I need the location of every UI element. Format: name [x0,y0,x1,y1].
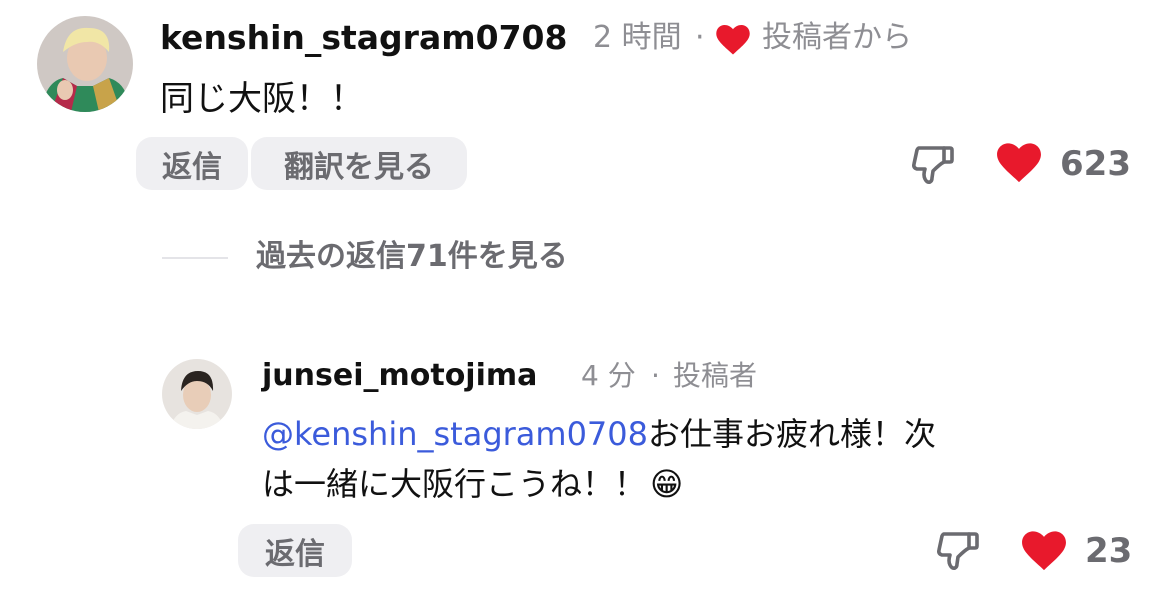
reply-text-line2: は一緒に大阪行こうね！！ 😁 [262,462,683,506]
avatar-junsei[interactable] [162,359,232,429]
reply-like-count: 23 [1085,531,1133,571]
grinning-emoji-icon: 😁 [650,465,684,503]
reply-thumbs-down-icon[interactable] [935,528,979,572]
reply-text-part1: お仕事お疲れ様！次 [648,415,937,453]
reply-like-heart-icon[interactable] [1020,530,1068,572]
reply-username[interactable]: junsei_motojima [262,357,537,395]
avatar-kenshin[interactable] [37,16,133,112]
comment-username[interactable]: kenshin_stagram0708 [160,18,567,58]
comment-text: 同じ大阪！！ [160,79,364,119]
view-previous-replies[interactable]: 過去の返信71件を見る [256,237,568,277]
view-replies-line [162,257,228,259]
reply-separator: · [651,359,660,392]
reply-text-part2: は一緒に大阪行こうね！！ [262,465,647,503]
liked-by-author-label: 投稿者から [762,20,912,55]
comment-separator: · [695,20,705,55]
reply-button[interactable]: 返信 [136,137,248,190]
author-badge: 投稿者 [673,359,758,392]
author-liked-heart-icon [715,24,751,56]
like-count: 623 [1060,144,1131,184]
thumbs-down-icon[interactable] [910,142,954,186]
comment-time: 2 時間 [593,20,682,55]
reply-time: 4 分 [581,359,636,392]
reply-reply-button[interactable]: 返信 [238,524,352,577]
translate-button[interactable]: 翻訳を見る [251,137,467,190]
like-heart-icon[interactable] [995,142,1043,184]
mention-link[interactable]: @kenshin_stagram0708 [262,415,648,453]
reply-text-line1: @kenshin_stagram0708お仕事お疲れ様！次 [262,413,936,455]
